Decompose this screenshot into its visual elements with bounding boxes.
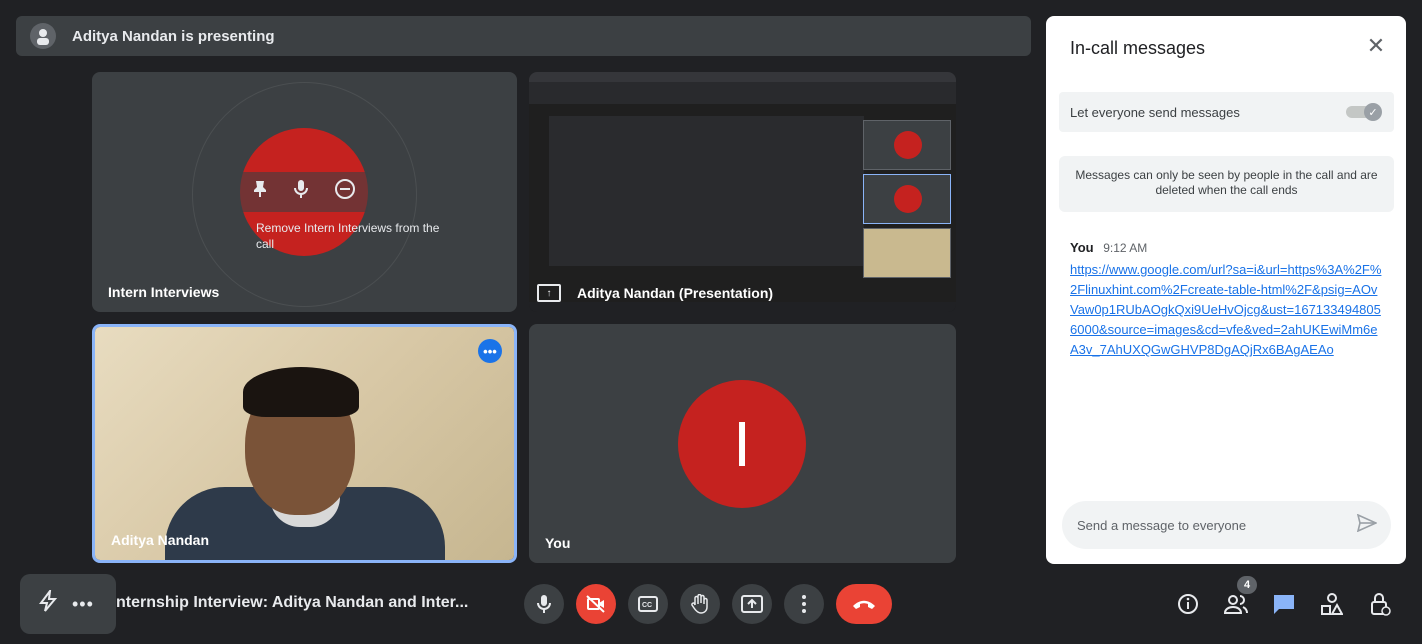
message-time: 9:12 AM	[1103, 241, 1148, 255]
presenting-text: Aditya Nandan is presenting	[72, 27, 275, 45]
present-screen-icon: ↑	[537, 284, 561, 302]
message-header: You 9:12 AM	[1070, 240, 1147, 255]
chat-icon[interactable]	[1270, 590, 1298, 618]
participant-tile-presentation[interactable]: ↑ Aditya Nandan (Presentation)	[529, 72, 956, 312]
presenter-avatar	[30, 23, 56, 49]
panel-title: In-call messages	[1070, 38, 1206, 58]
raise-hand-button[interactable]	[680, 584, 720, 624]
people-count-badge: 4	[1237, 576, 1257, 594]
meet-window: Aditya Nandan is presenting Remove Inter…	[0, 0, 1422, 644]
avatar: I	[678, 380, 806, 508]
message-composer	[1062, 501, 1391, 549]
remove-tooltip: Remove Intern Interviews from the call	[256, 221, 440, 251]
toggle-label: Let everyone send messages	[1070, 104, 1240, 120]
presentation-label: ↑ Aditya Nandan (Presentation)	[537, 284, 773, 302]
end-call-button[interactable]	[836, 584, 892, 624]
close-icon[interactable]: ✕	[1364, 34, 1388, 58]
participant-tile-intern[interactable]: Remove Intern Interviews from the call I…	[92, 72, 517, 312]
remove-icon[interactable]	[334, 178, 356, 206]
mic-icon[interactable]	[293, 179, 309, 205]
in-call-messages-panel: In-call messages ✕ Let everyone send mes…	[1046, 16, 1406, 564]
meeting-info-icon[interactable]	[1174, 590, 1202, 618]
svg-text:CC: CC	[642, 602, 652, 609]
participant-tile-aditya[interactable]: ••• Aditya Nandan	[92, 324, 517, 563]
tile-hover-controls	[240, 172, 368, 212]
more-options-icon[interactable]: •••	[478, 339, 502, 363]
captions-button[interactable]: CC	[628, 584, 668, 624]
present-button[interactable]	[732, 584, 772, 624]
send-icon[interactable]	[1356, 513, 1378, 537]
participant-name: Aditya Nandan	[111, 532, 210, 548]
lightning-icon	[38, 587, 58, 618]
host-controls-icon[interactable]	[1366, 590, 1394, 618]
message-input[interactable]	[1077, 517, 1337, 533]
camera-feed	[95, 327, 514, 560]
mic-button[interactable]	[524, 584, 564, 624]
presenting-banner: Aditya Nandan is presenting	[16, 16, 1031, 56]
meeting-title: nternship Interview: Aditya Nandan and I…	[116, 594, 469, 611]
more-horizontal-icon[interactable]: •••	[72, 594, 94, 615]
send-messages-toggle[interactable]: ✓	[1346, 103, 1382, 121]
participant-tile-you[interactable]: I You	[529, 324, 956, 563]
participant-name: Intern Interviews	[108, 284, 220, 300]
camera-off-button[interactable]	[576, 584, 616, 624]
pin-icon[interactable]	[252, 179, 268, 205]
check-icon: ✓	[1364, 103, 1382, 121]
let-everyone-send-row: Let everyone send messages ✓	[1059, 92, 1394, 132]
presentation-indicator[interactable]: •••	[20, 574, 116, 634]
message-link[interactable]: https://www.google.com/url?sa=i&url=http…	[1070, 260, 1382, 360]
participant-name: Aditya Nandan (Presentation)	[577, 285, 774, 301]
messages-info: Messages can only be seen by people in t…	[1059, 156, 1394, 212]
more-options-button[interactable]	[784, 584, 824, 624]
participant-name: You	[545, 535, 571, 551]
message-sender: You	[1070, 240, 1094, 255]
shared-screen-preview	[529, 72, 956, 312]
activities-icon[interactable]	[1318, 590, 1346, 618]
people-icon[interactable]	[1222, 590, 1250, 618]
